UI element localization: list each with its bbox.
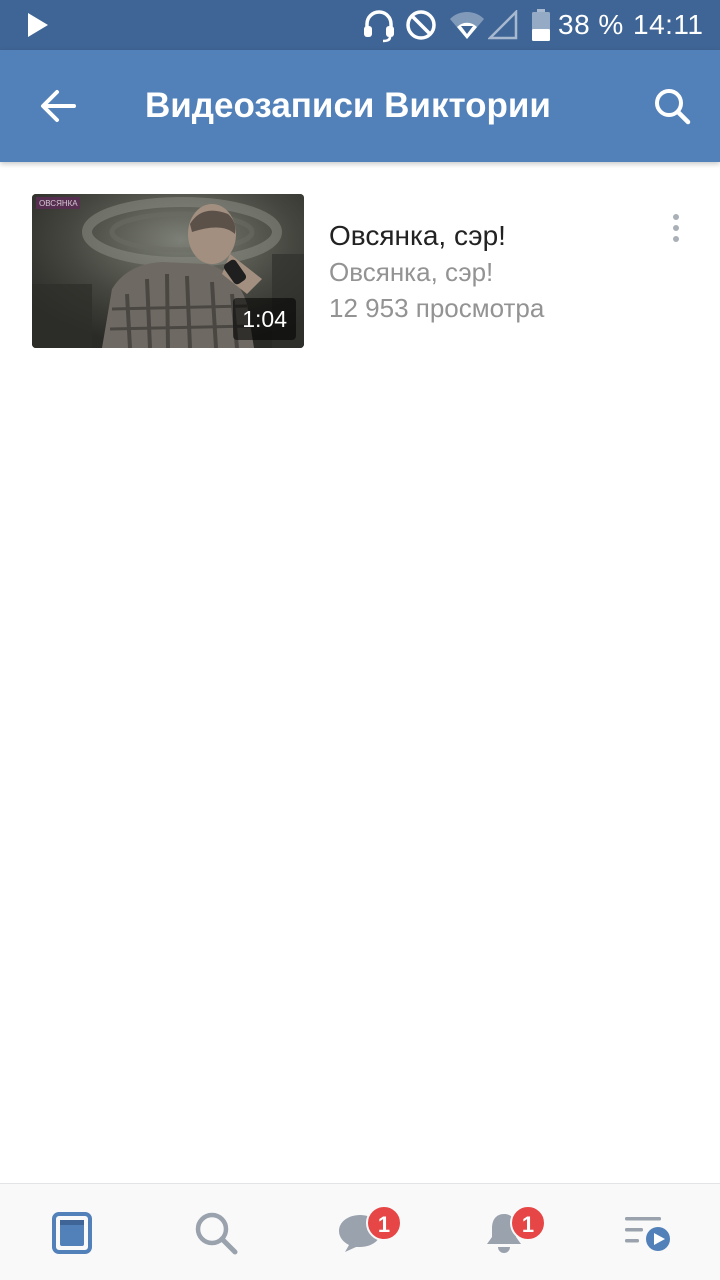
video-thumbnail[interactable]: ОВСЯНКА 1:04 — [32, 194, 304, 348]
nav-item-videos[interactable] — [576, 1184, 720, 1280]
nav-item-search[interactable] — [144, 1184, 288, 1280]
search-icon — [195, 1212, 238, 1254]
nav-item-messages[interactable]: 1 — [288, 1184, 432, 1280]
nav-item-news[interactable] — [0, 1184, 144, 1280]
wifi-icon — [449, 0, 485, 50]
notifications-badge: 1 — [510, 1205, 546, 1241]
thumbnail-watermark: ОВСЯНКА — [39, 199, 78, 208]
battery-percent: 38 % — [558, 9, 624, 40]
video-views: 12 953 просмотра — [329, 293, 545, 323]
page-title: Видеозаписи Виктории — [145, 86, 551, 125]
video-playlist-icon — [625, 1216, 670, 1251]
more-dot-icon — [673, 214, 679, 220]
more-dot-icon — [673, 236, 679, 242]
list-item[interactable]: ОВСЯНКА 1:04 Овсянка, сэр! Овсянка, сэр!… — [0, 162, 720, 372]
play-icon — [26, 0, 50, 50]
search-button[interactable] — [644, 78, 700, 134]
arrow-left-icon — [41, 90, 76, 122]
search-icon — [655, 89, 691, 125]
more-dot-icon — [673, 225, 679, 231]
video-title[interactable]: Овсянка, сэр! — [329, 220, 506, 252]
video-duration: 1:04 — [233, 298, 296, 340]
back-button[interactable] — [30, 78, 86, 134]
bottom-nav: 1 1 — [0, 1183, 720, 1280]
do-not-disturb-icon — [405, 0, 437, 50]
messages-badge: 1 — [366, 1205, 402, 1241]
more-options-button[interactable] — [656, 206, 696, 250]
app-header: Видеозаписи Виктории — [0, 50, 720, 162]
video-subtitle: Овсянка, сэр! — [329, 257, 494, 287]
battery-icon — [531, 0, 551, 50]
news-icon — [52, 1211, 92, 1254]
clock: 14:11 — [633, 9, 704, 40]
status-bar: 38 % 14:11 — [0, 0, 720, 50]
headset-icon — [361, 0, 397, 50]
signal-icon — [488, 0, 518, 50]
nav-item-notifications[interactable]: 1 — [432, 1184, 576, 1280]
